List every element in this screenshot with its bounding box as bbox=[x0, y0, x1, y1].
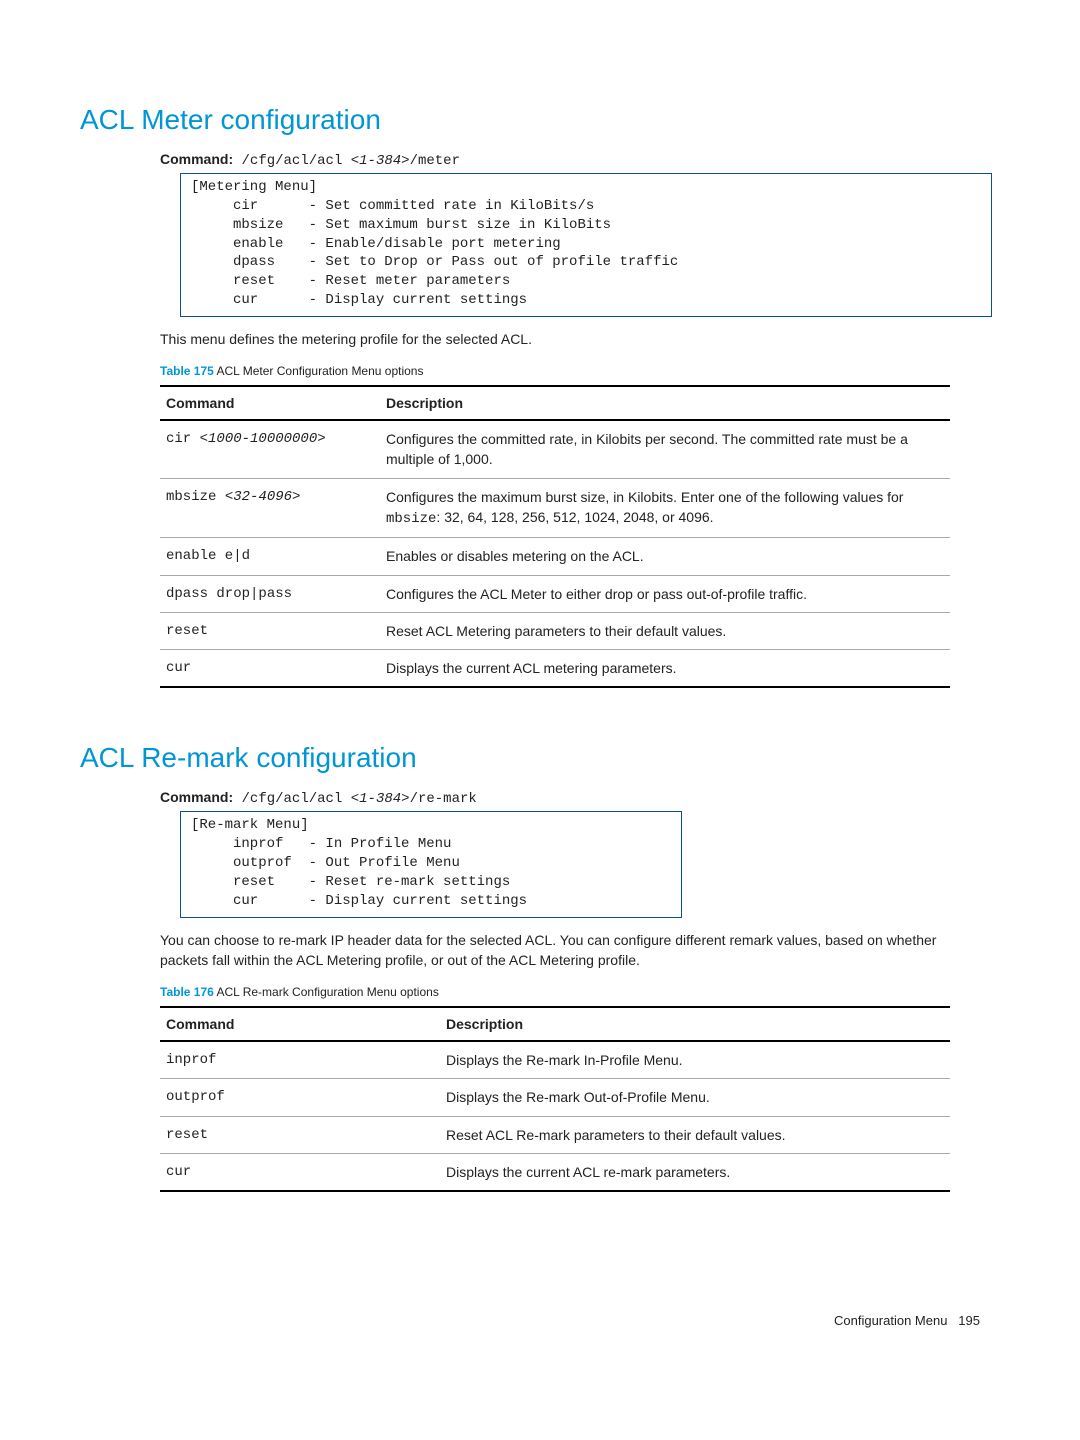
table-caption-text: ACL Meter Configuration Menu options bbox=[214, 364, 424, 378]
desc-pre: Configures the maximum burst size, in Ki… bbox=[386, 489, 903, 505]
cmd-text: outprof bbox=[160, 1079, 440, 1116]
table-row: reset Reset ACL Re-mark parameters to th… bbox=[160, 1116, 950, 1153]
cmd-desc: Displays the current ACL re-mark paramet… bbox=[440, 1154, 950, 1192]
remark-menu-box: [Re-mark Menu] inprof - In Profile Menu … bbox=[180, 811, 682, 917]
cmd-text: reset bbox=[160, 612, 380, 649]
table-row: cur Displays the current ACL re-mark par… bbox=[160, 1154, 950, 1192]
metering-menu-box: [Metering Menu] cir - Set committed rate… bbox=[180, 173, 992, 317]
section2-paragraph: You can choose to re-mark IP header data… bbox=[160, 930, 950, 971]
table-175-caption: Table 175 ACL Meter Configuration Menu o… bbox=[160, 363, 1000, 380]
desc-post: : 32, 64, 128, 256, 512, 1024, 2048, or … bbox=[436, 509, 713, 525]
cmd-desc: Displays the Re-mark In-Profile Menu. bbox=[440, 1041, 950, 1079]
table-number: Table 175 bbox=[160, 364, 214, 378]
cmd-desc: Configures the ACL Meter to either drop … bbox=[380, 575, 950, 612]
table-caption-text: ACL Re-mark Configuration Menu options bbox=[214, 985, 439, 999]
table-number: Table 176 bbox=[160, 985, 214, 999]
col-description: Description bbox=[380, 386, 950, 420]
cmd-text: cir bbox=[166, 431, 200, 447]
cmd-text: mbsize bbox=[166, 489, 225, 505]
table-176-caption: Table 176 ACL Re-mark Configuration Menu… bbox=[160, 984, 1000, 1001]
col-description: Description bbox=[440, 1007, 950, 1041]
cmd-text: dpass drop|pass bbox=[160, 575, 380, 612]
table-row: dpass drop|pass Configures the ACL Meter… bbox=[160, 575, 950, 612]
command-suffix: /meter bbox=[410, 153, 460, 169]
cmd-text: inprof bbox=[160, 1041, 440, 1079]
command-path: /cfg/acl/acl bbox=[233, 791, 351, 807]
command-arg: <1-384> bbox=[351, 791, 410, 807]
footer-label: Configuration Menu bbox=[834, 1313, 947, 1328]
section1-paragraph: This menu defines the metering profile f… bbox=[160, 329, 950, 349]
cmd-text: cur bbox=[160, 650, 380, 688]
col-command: Command bbox=[160, 386, 380, 420]
command-label: Command: bbox=[160, 151, 233, 167]
table-row: reset Reset ACL Metering parameters to t… bbox=[160, 612, 950, 649]
cmd-text: reset bbox=[160, 1116, 440, 1153]
command-arg: <1-384> bbox=[351, 153, 410, 169]
command-suffix: /re-mark bbox=[410, 791, 477, 807]
footer-page: 195 bbox=[958, 1313, 980, 1328]
col-command: Command bbox=[160, 1007, 440, 1041]
command-path: /cfg/acl/acl bbox=[233, 153, 351, 169]
cmd-arg: <1000-10000000> bbox=[200, 431, 326, 447]
command-line-meter: Command: /cfg/acl/acl <1-384>/meter bbox=[160, 149, 1000, 171]
table-row: cur Displays the current ACL metering pa… bbox=[160, 650, 950, 688]
table-row: cir <1000-10000000> Configures the commi… bbox=[160, 420, 950, 478]
table-row: inprof Displays the Re-mark In-Profile M… bbox=[160, 1041, 950, 1079]
desc-code: mbsize bbox=[386, 511, 436, 527]
section-heading-acl-meter: ACL Meter configuration bbox=[80, 100, 1000, 141]
section-heading-acl-remark: ACL Re-mark configuration bbox=[80, 738, 1000, 779]
cmd-desc: Configures the maximum burst size, in Ki… bbox=[380, 478, 950, 538]
page-footer: Configuration Menu 195 bbox=[80, 1312, 1000, 1331]
table-row: outprof Displays the Re-mark Out-of-Prof… bbox=[160, 1079, 950, 1116]
table-176: Command Description inprof Displays the … bbox=[160, 1006, 950, 1192]
command-label: Command: bbox=[160, 789, 233, 805]
cmd-desc: Enables or disables metering on the ACL. bbox=[380, 538, 950, 575]
cmd-desc: Configures the committed rate, in Kilobi… bbox=[380, 420, 950, 478]
command-line-remark: Command: /cfg/acl/acl <1-384>/re-mark bbox=[160, 787, 1000, 809]
table-175: Command Description cir <1000-10000000> … bbox=[160, 385, 950, 689]
table-row: enable e|d Enables or disables metering … bbox=[160, 538, 950, 575]
cmd-desc: Reset ACL Metering parameters to their d… bbox=[380, 612, 950, 649]
cmd-arg: <32-4096> bbox=[225, 489, 301, 505]
cmd-text: cur bbox=[160, 1154, 440, 1192]
table-row: mbsize <32-4096> Configures the maximum … bbox=[160, 478, 950, 538]
cmd-desc: Displays the current ACL metering parame… bbox=[380, 650, 950, 688]
cmd-text: enable e|d bbox=[160, 538, 380, 575]
cmd-desc: Displays the Re-mark Out-of-Profile Menu… bbox=[440, 1079, 950, 1116]
cmd-desc: Reset ACL Re-mark parameters to their de… bbox=[440, 1116, 950, 1153]
